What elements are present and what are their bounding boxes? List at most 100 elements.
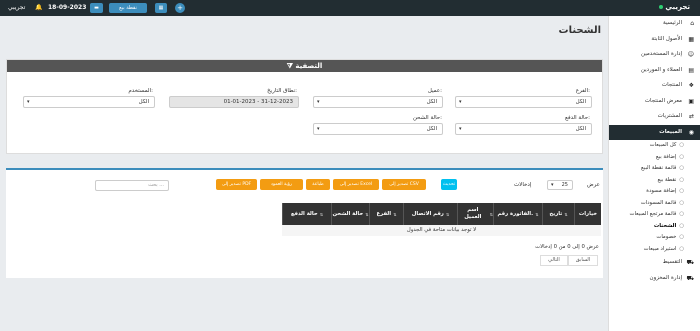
previous-page-button[interactable]: السابق [568, 255, 598, 266]
bell-icon[interactable]: 🔔 [35, 3, 42, 13]
sort-icon: ⇅ [489, 211, 493, 217]
cubes-icon: ❖ [688, 82, 694, 89]
page-title: الشحنات [558, 25, 601, 36]
table-info: عرض 0 إلى 0 من 0 إدخالات [535, 244, 599, 250]
sidebar-subitem-discounts[interactable]: خصومات ○ [609, 232, 700, 244]
add-icon[interactable]: + [175, 3, 185, 13]
sort-icon: ⇅ [535, 211, 539, 217]
sidebar-subitem-drafts[interactable]: قائمة المسودات ○ [609, 198, 700, 210]
sidebar: ⌂ الرئيسية ▦ الأصول الثابتة ☺ إدارة المستخد… [608, 16, 700, 331]
building-icon: ▦ [688, 35, 694, 43]
sidebar-subitem-add-sale[interactable]: إضافة بيع ○ [609, 152, 700, 164]
search-input[interactable]: بحث ... [95, 180, 169, 191]
sidebar-item-gallery[interactable]: ▣ معرض المنتجات [609, 94, 700, 110]
payment-status-select[interactable]: الكل ▾ [455, 123, 592, 135]
circle-icon: ○ [679, 176, 684, 183]
user-label: المستخدم: [128, 88, 153, 94]
column-header-date[interactable]: تاريخ ⇅ [542, 203, 574, 225]
sidebar-subitem-all-sales[interactable]: كل المبيعات ○ [609, 140, 700, 152]
current-date: 18-09-2023 [48, 4, 87, 11]
arrow-circle-icon: ⇄ [688, 113, 694, 120]
sidebar-item-installments[interactable]: ⛟ التقسيط [609, 255, 700, 271]
filter-header[interactable]: ⧩ التصفية [7, 60, 602, 72]
date-range-label: نطاق التاريخ: [267, 88, 297, 94]
column-header-invoice[interactable]: الفاتورة رقم. ⇅ [493, 203, 542, 225]
sidebar-item-sales[interactable]: ◉ المبيعات [609, 124, 700, 140]
money-icon[interactable]: ▬ [90, 3, 103, 13]
sidebar-item-users[interactable]: ☺ إدارة المستخدمين [609, 47, 700, 63]
circle-icon: ○ [679, 199, 684, 206]
sidebar-item-fixed-assets[interactable]: ▦ الأصول الثابتة [609, 32, 700, 48]
circle-icon: ○ [679, 211, 684, 217]
sidebar-subitem-shipments[interactable]: الشحنات ○ [609, 221, 700, 233]
page-size-select[interactable]: 25 ▾ [547, 180, 573, 190]
circle-icon: ○ [679, 222, 684, 229]
address-book-icon: ▤ [688, 66, 694, 74]
export-pdf-button[interactable]: تصدير إلى PDF [216, 179, 257, 190]
column-header-contact[interactable]: رقم الاتصال ⇅ [403, 203, 457, 225]
payment-status-label: حالة الدفع: [565, 115, 590, 121]
entries-label: إدخالات [514, 182, 532, 188]
pos-button[interactable]: نقطة بيع [109, 3, 147, 13]
pos-button-label: نقطة بيع [119, 5, 137, 11]
customer-label: عميل: [427, 88, 442, 94]
main-content: الشحنات ⧩ التصفية الفرع: الكل ▾ عميل: الك… [6, 16, 603, 331]
column-visibility-button[interactable]: رؤية العمود [260, 179, 303, 190]
customer-select[interactable]: الكل ▾ [313, 96, 443, 108]
sidebar-subitem-pos-list[interactable]: قائمة نقطة البيع ○ [609, 163, 700, 175]
column-header-payment-status[interactable]: حالة الدفع ⇅ [282, 203, 331, 225]
online-status-icon [659, 5, 664, 9]
sidebar-subitem-add-draft[interactable]: إضافة مسودة ○ [609, 186, 700, 198]
date-range-input[interactable]: 01-01-2023 - 31-12-2023 [169, 96, 299, 108]
chevron-down-icon: ▾ [27, 99, 30, 105]
chevron-down-icon: ▾ [551, 182, 554, 188]
print-button[interactable]: طباعة [306, 179, 330, 190]
shipping-status-select[interactable]: الكل ▾ [313, 123, 443, 135]
sidebar-item-products[interactable]: ❖ المنتجات [609, 78, 700, 94]
users-icon: ☺ [687, 51, 694, 58]
sidebar-item-home[interactable]: ⌂ الرئيسية [609, 16, 700, 32]
chevron-down-icon: ▾ [317, 126, 320, 132]
column-header-actions[interactable]: خيارات [574, 203, 601, 225]
column-header-shipping-status[interactable]: حالة الشحن ⇅ [331, 203, 369, 225]
sidebar-subitem-import-sales[interactable]: استيراد مبيعات ○ [609, 244, 700, 256]
home-icon: ⌂ [690, 20, 694, 27]
sidebar-subitem-pos[interactable]: نقطة بيع ○ [609, 175, 700, 187]
brand-name: تجريبي [665, 3, 690, 11]
top-navbar: تجريبي تجريبي 🔔 18-09-2023 ▬ نقطة بيع ▦ … [0, 0, 700, 16]
next-page-button[interactable]: التالي [540, 255, 568, 266]
column-header-location[interactable]: الفرع ⇅ [369, 203, 403, 225]
sidebar-item-contacts[interactable]: ▤ العملاء و الموردين [609, 63, 700, 79]
circle-icon: ○ [679, 142, 684, 148]
export-excel-button[interactable]: تصدير إلى Excel [333, 179, 379, 190]
table-header: خيارات تاريخ ⇅ الفاتورة رقم. ⇅ اسم العميل ⇅… [282, 203, 601, 225]
sort-icon: ⇅ [393, 211, 397, 217]
sort-icon: ⇅ [365, 211, 369, 217]
sales-icon: ◉ [688, 128, 694, 136]
circle-icon: ○ [679, 153, 684, 160]
sidebar-subitem-sell-returns[interactable]: قائمة مرتجع المبيعات ○ [609, 209, 700, 221]
sort-icon: ⇅ [319, 211, 324, 217]
sidebar-item-stock[interactable]: ⛟ إدارة المخزون [609, 271, 700, 287]
shipping-status-label: حالة الشحن: [412, 115, 442, 121]
user-menu[interactable]: تجريبي [8, 3, 25, 13]
empty-table-row: لا توجد بيانات متاحة في الجدول [282, 225, 601, 236]
show-label: عرض [587, 182, 600, 188]
chevron-down-icon: ▾ [459, 126, 462, 132]
truck-icon: ⛟ [686, 274, 694, 282]
calculator-icon[interactable]: ▦ [155, 3, 167, 13]
sort-icon: ⇅ [445, 211, 450, 217]
location-select[interactable]: الكل ▾ [455, 96, 592, 108]
circle-icon: ○ [679, 188, 684, 194]
refresh-button[interactable]: تحديث [441, 179, 457, 190]
export-csv-button[interactable]: تصدير إلى CSV [382, 179, 426, 190]
column-header-customer[interactable]: اسم العميل ⇅ [457, 203, 493, 225]
circle-icon: ○ [679, 165, 684, 171]
shipments-table-panel: عرض 25 ▾ إدخالات تحديث تصدير إلى CSV تصدي… [6, 168, 603, 278]
sidebar-item-purchases[interactable]: ⇄ المشتريات [609, 109, 700, 125]
brand[interactable]: تجريبي [659, 3, 690, 11]
location-label: الفرع: [575, 88, 590, 94]
cart-icon: ⛟ [686, 259, 694, 266]
sort-icon: ⇅ [564, 211, 568, 217]
user-select[interactable]: الكل ▾ [23, 96, 155, 108]
